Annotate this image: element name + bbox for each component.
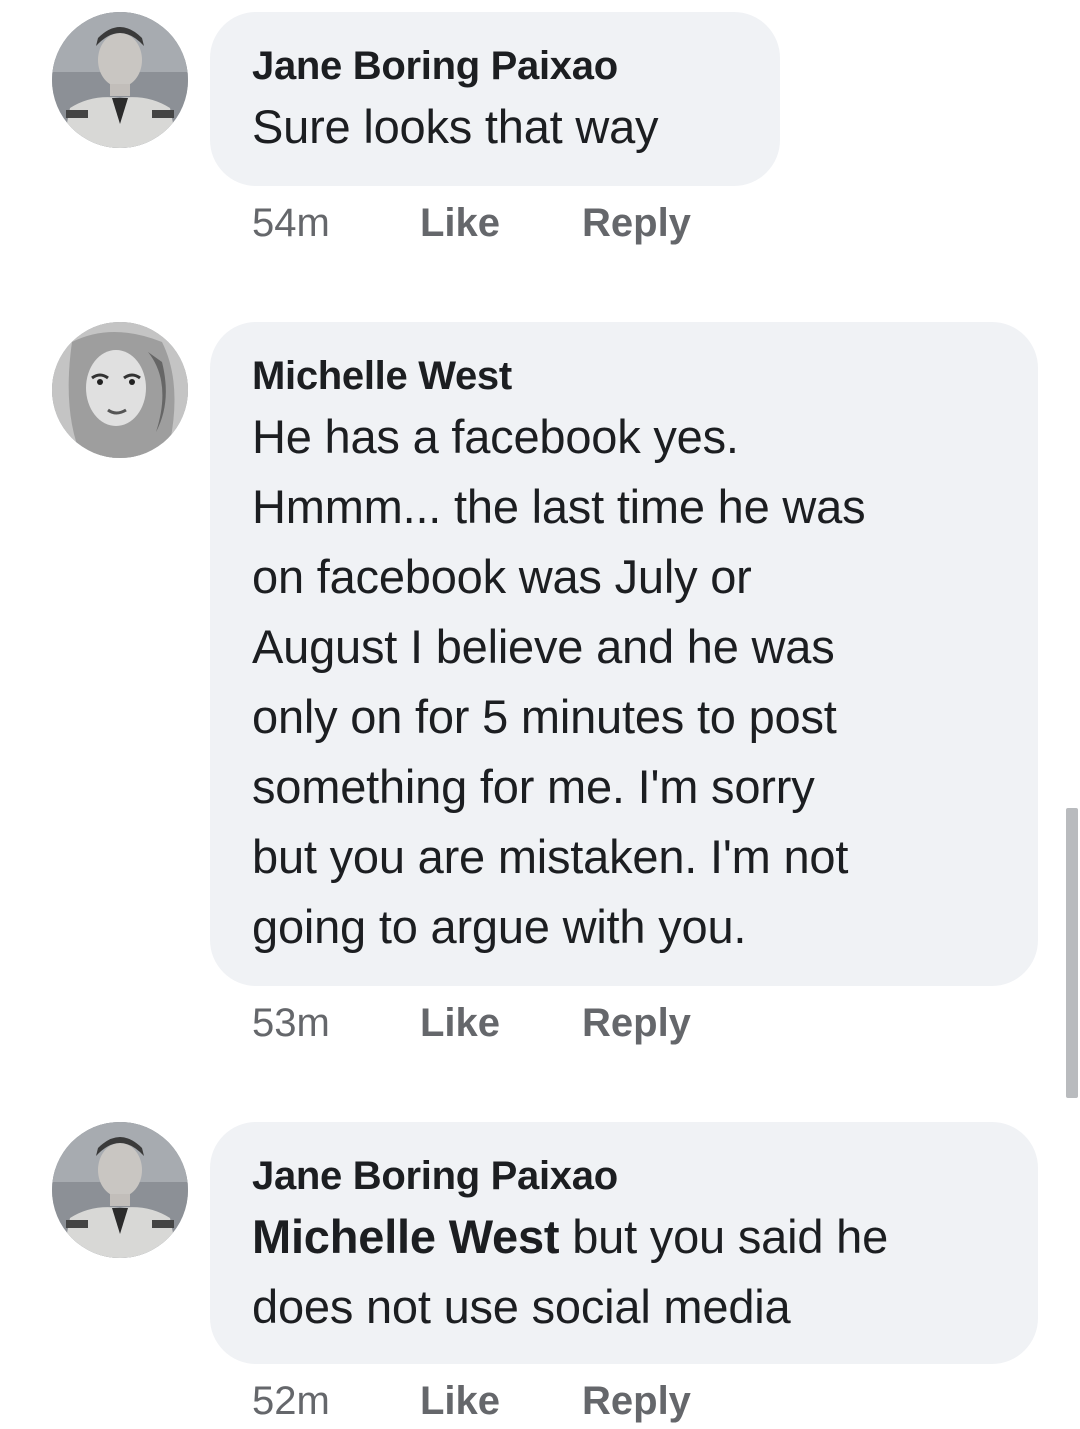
- reply-button[interactable]: Reply: [582, 1376, 691, 1426]
- avatar[interactable]: [52, 1122, 188, 1258]
- comment-bubble: Jane Boring Paixao Michelle West but you…: [210, 1122, 1038, 1364]
- scrollbar[interactable]: [1066, 808, 1078, 1098]
- comment-text-fragment: but you said he: [559, 1210, 889, 1263]
- comment-text-line: does not use social media: [252, 1280, 791, 1333]
- profile-photo-icon: [52, 1122, 188, 1258]
- comment-text: Michelle West but you said he does not u…: [252, 1202, 996, 1342]
- mention-link[interactable]: Michelle West: [252, 1210, 560, 1263]
- comment-author[interactable]: Jane Boring Paixao: [252, 1150, 996, 1202]
- comment-timestamp[interactable]: 52m: [252, 1376, 420, 1426]
- comment-text-line: Michelle West but you said he: [252, 1202, 996, 1272]
- comment-3: Jane Boring Paixao Michelle West but you…: [0, 0, 1080, 1429]
- like-button[interactable]: Like: [420, 1376, 582, 1426]
- comment-actions: 52m Like Reply: [252, 1376, 691, 1426]
